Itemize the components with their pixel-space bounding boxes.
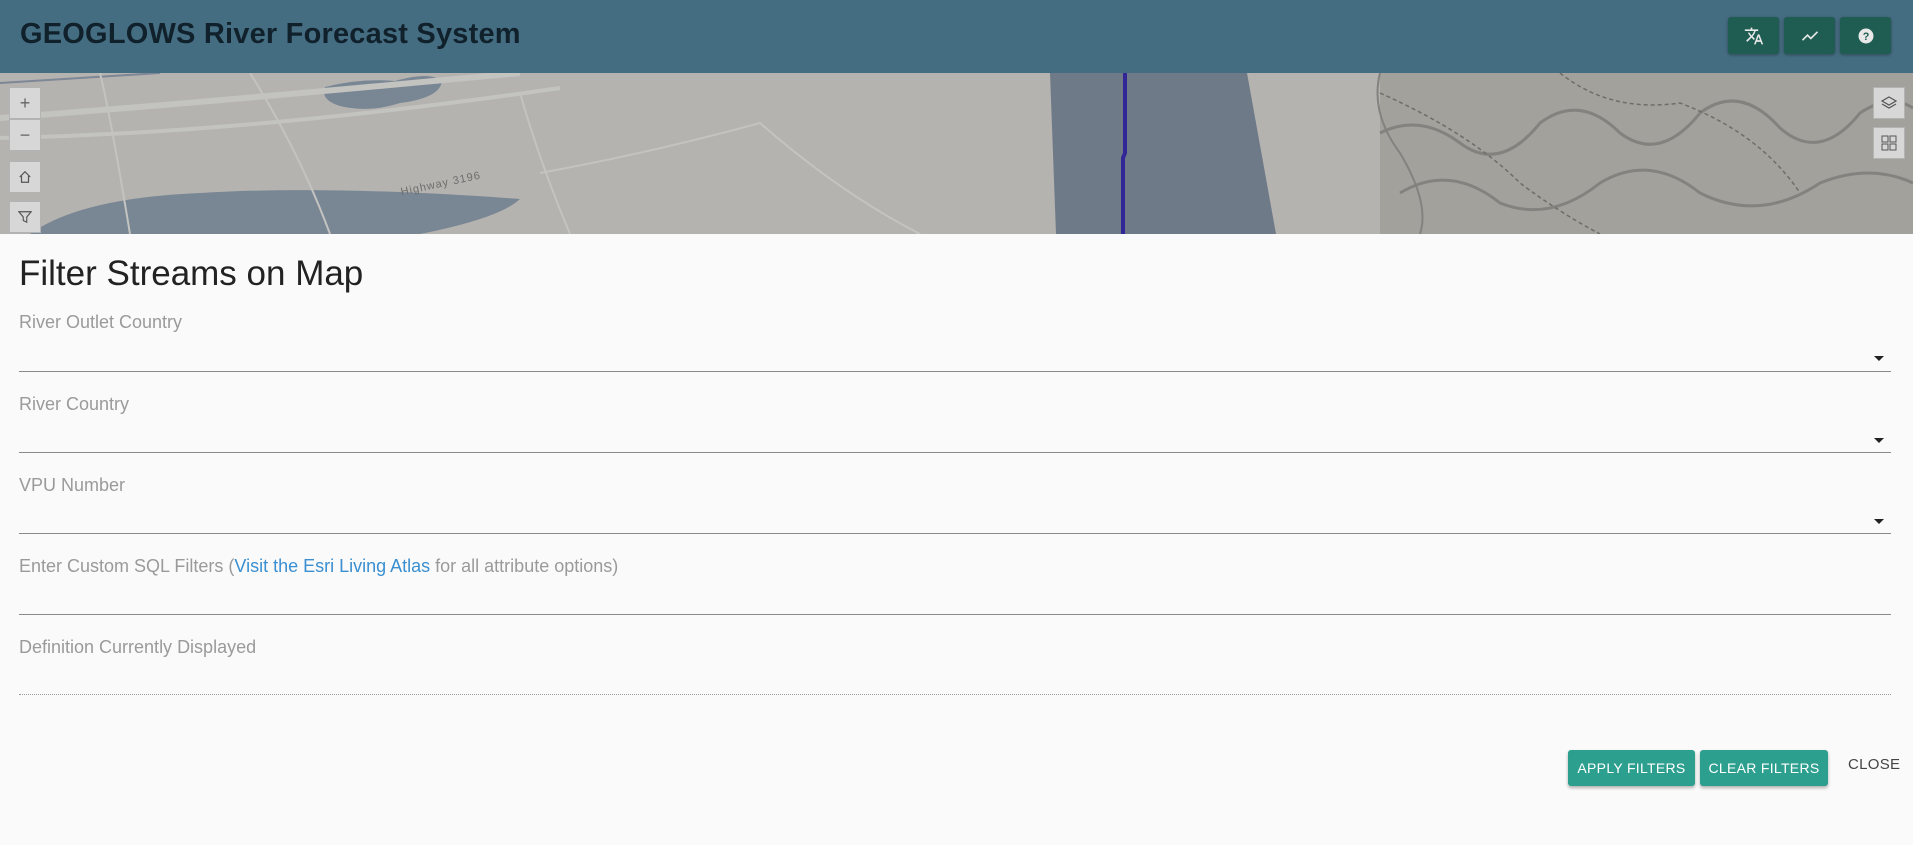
outlet-country-label: River Outlet Country [19, 312, 183, 332]
custom-sql-field[interactable]: Enter Custom SQL Filters (Visit the Esri… [19, 556, 1891, 615]
custom-sql-label: Enter Custom SQL Filters (Visit the Esri… [19, 556, 1891, 577]
help-button[interactable]: ? [1840, 17, 1891, 54]
map-view[interactable]: Highway 3196 + − [0, 73, 1913, 234]
svg-text:?: ? [1862, 30, 1869, 42]
chevron-down-icon [1874, 438, 1884, 443]
charts-button[interactable] [1784, 17, 1835, 54]
zoom-in-button[interactable]: + [9, 87, 41, 119]
layers-button[interactable] [1873, 87, 1905, 119]
vpu-number-label: VPU Number [19, 475, 126, 495]
field-underline [19, 614, 1891, 615]
chevron-down-icon [1874, 519, 1884, 524]
custom-sql-input[interactable] [19, 578, 1891, 614]
filter-icon [18, 211, 32, 224]
field-underline [19, 452, 1891, 453]
filter-button[interactable] [9, 201, 41, 233]
river-country-label: River Country [19, 394, 130, 414]
vpu-number-select[interactable]: VPU Number [19, 475, 1891, 534]
field-underline [19, 371, 1891, 372]
chevron-down-icon [1874, 356, 1884, 361]
river-country-select[interactable]: River Country [19, 394, 1891, 453]
close-button[interactable]: CLOSE [1848, 756, 1900, 773]
basemap-gallery-button[interactable] [1873, 127, 1905, 159]
vpu-number-value[interactable] [19, 497, 1891, 533]
grid-icon [1881, 135, 1897, 151]
outlet-country-select[interactable]: River Outlet Country [19, 312, 1891, 372]
esri-living-atlas-link[interactable]: Visit the Esri Living Atlas [234, 556, 430, 576]
custom-sql-label-prefix: Enter Custom SQL Filters ( [19, 556, 235, 576]
clear-filters-button[interactable]: CLEAR FILTERS [1700, 750, 1828, 786]
home-button[interactable] [9, 161, 41, 193]
app-title: GEOGLOWS River Forecast System [20, 18, 521, 50]
field-underline [19, 694, 1891, 695]
filter-panel: Filter Streams on Map River Outlet Count… [0, 234, 1913, 845]
definition-value [19, 659, 1891, 695]
apply-filters-button[interactable]: APPLY FILTERS [1568, 750, 1695, 786]
trend-chart-icon [1801, 30, 1818, 41]
modal-backdrop[interactable] [0, 73, 1913, 234]
app-header: GEOGLOWS River Forecast System ? [0, 0, 1913, 73]
custom-sql-label-suffix: for all attribute options) [430, 556, 619, 576]
translate-icon [1744, 27, 1763, 44]
help-icon: ? [1858, 28, 1873, 43]
definition-label: Definition Currently Displayed [19, 637, 257, 657]
zoom-out-button[interactable]: − [9, 119, 41, 151]
definition-field: Definition Currently Displayed [19, 637, 1891, 695]
language-button[interactable] [1728, 17, 1779, 54]
home-icon [19, 170, 31, 183]
panel-title: Filter Streams on Map [19, 254, 364, 293]
river-country-value[interactable] [19, 416, 1891, 452]
outlet-country-value[interactable] [19, 334, 1891, 370]
layers-icon [1881, 96, 1897, 109]
field-underline [19, 533, 1891, 534]
header-toolbar: ? [1728, 17, 1891, 54]
